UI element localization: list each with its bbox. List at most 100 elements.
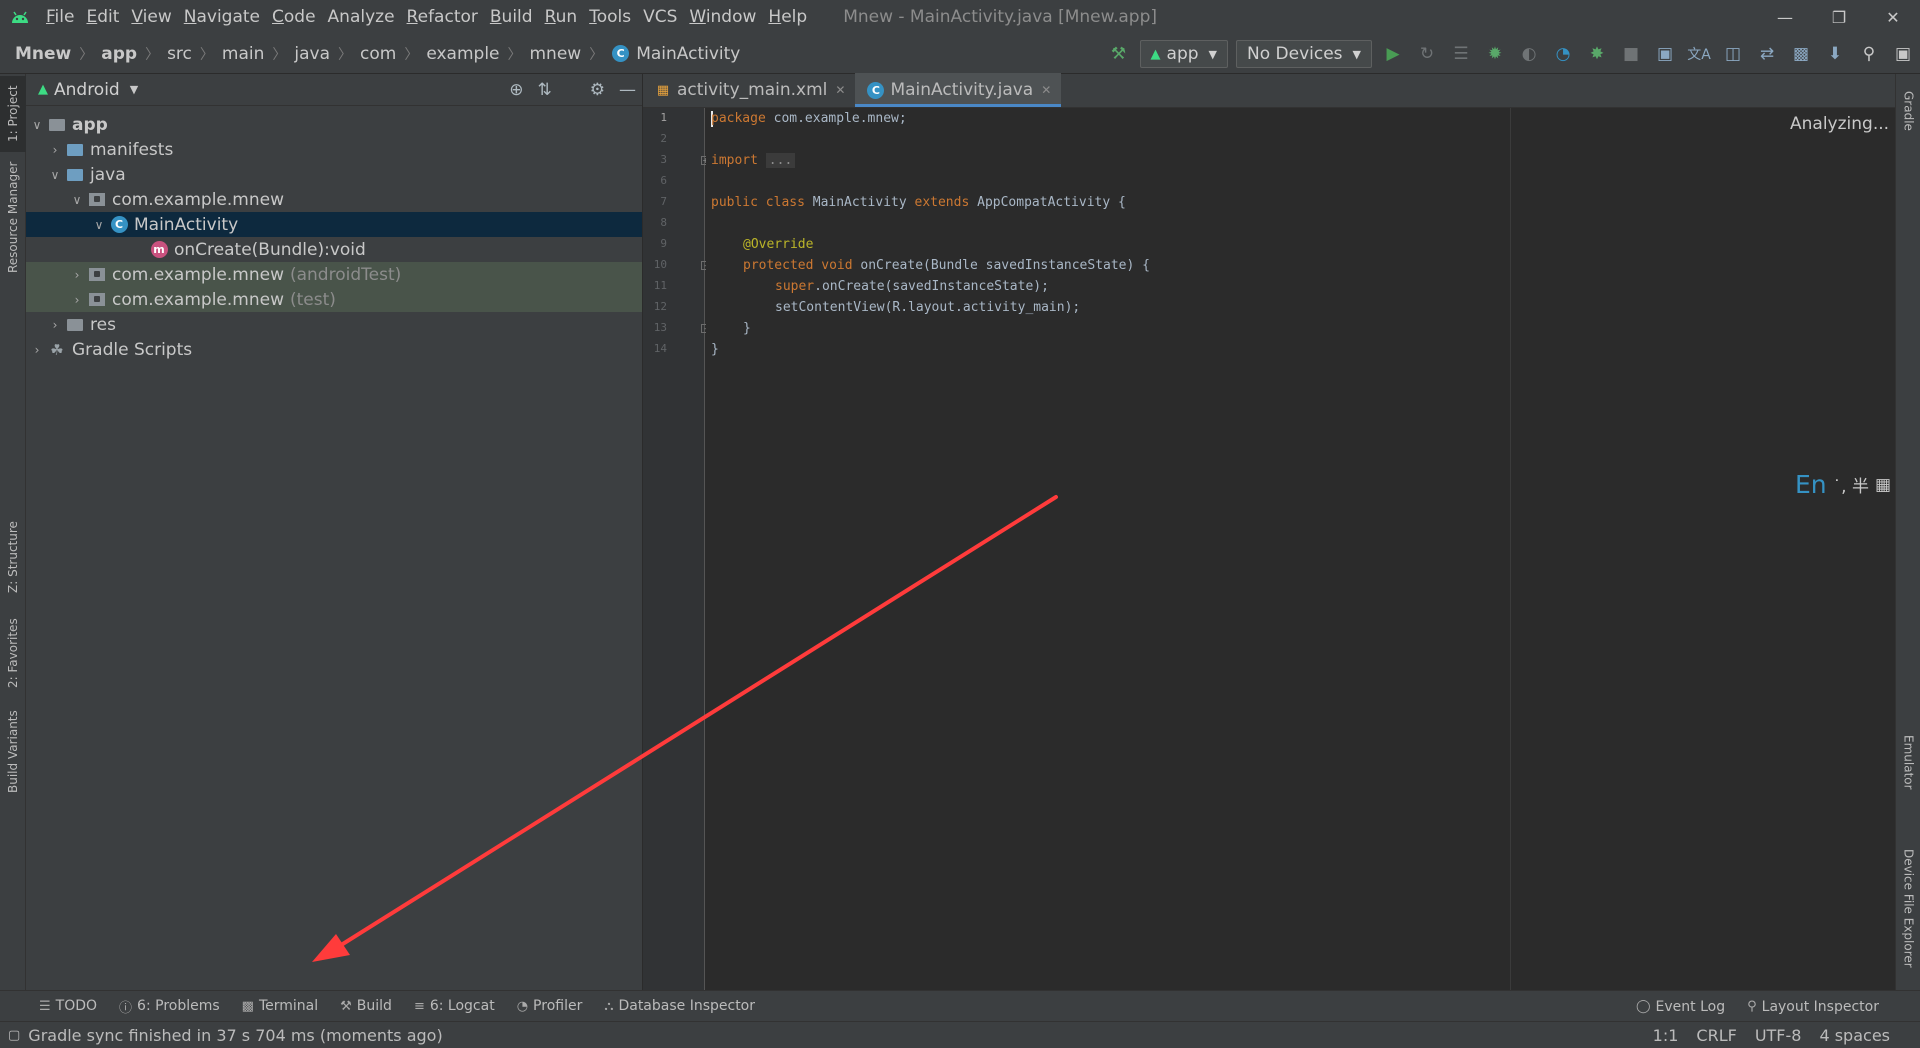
translate-icon[interactable]: 文A xyxy=(1682,39,1716,69)
tab-layout-inspector[interactable]: ⚲ Layout Inspector xyxy=(1736,999,1890,1015)
sync-gradle-icon[interactable]: ⇄ xyxy=(1750,39,1784,69)
chevron-down-icon[interactable]: ∨ xyxy=(46,168,64,182)
indent-setting[interactable]: 4 spaces xyxy=(1819,1026,1890,1045)
breadcrumb-item[interactable]: com xyxy=(357,44,399,64)
breadcrumb-item[interactable]: Mnew xyxy=(12,44,74,64)
run-config-select[interactable]: ▲ app ▼ xyxy=(1139,40,1228,68)
account-avatar-icon[interactable]: ▣ xyxy=(1886,39,1920,69)
debug-icon[interactable]: ✹ xyxy=(1478,39,1512,69)
menu-window[interactable]: Window xyxy=(683,7,762,27)
project-structure-icon[interactable]: ▣ xyxy=(1648,39,1682,69)
toggle-tool-windows-icon[interactable]: ▢ xyxy=(8,1028,20,1043)
tree-item-gradle-scripts[interactable]: › ☘ Gradle Scripts xyxy=(26,337,642,362)
tree-item-app[interactable]: ∨ app xyxy=(26,112,642,137)
menu-navigate[interactable]: Navigate xyxy=(178,7,266,27)
menu-analyze[interactable]: Analyze xyxy=(322,7,401,27)
tree-item-main-activity[interactable]: ∨ C MainActivity xyxy=(26,212,642,237)
ime-mode: ˙, 半 xyxy=(1832,477,1869,497)
tab-logcat[interactable]: ≡ 6: Logcat xyxy=(403,998,506,1014)
file-encoding[interactable]: UTF-8 xyxy=(1755,1026,1802,1045)
chevron-down-icon[interactable]: ∨ xyxy=(68,193,86,207)
attach-debugger-icon[interactable]: ✸ xyxy=(1580,39,1614,69)
chevron-down-icon[interactable]: ∨ xyxy=(90,218,108,232)
caret-position[interactable]: 1:1 xyxy=(1653,1026,1679,1045)
tab-main-activity-java[interactable]: C MainActivity.java ✕ xyxy=(855,73,1062,107)
tab-build-variants[interactable]: Build Variants xyxy=(0,706,26,798)
tab-profiler[interactable]: ◔ Profiler xyxy=(506,998,594,1014)
avd-manager-icon[interactable]: ◫ xyxy=(1716,39,1750,69)
menu-help[interactable]: Help xyxy=(762,7,813,27)
tab-resource-manager[interactable]: Resource Manager xyxy=(0,158,26,276)
breadcrumb-item[interactable]: MainActivity xyxy=(633,44,743,64)
tab-todo[interactable]: ☰ TODO xyxy=(28,998,108,1014)
menu-view[interactable]: View xyxy=(125,7,177,27)
tab-gradle[interactable]: Gradle xyxy=(1896,80,1920,142)
make-project-hammer-icon[interactable]: ⚒ xyxy=(1102,39,1136,69)
tab-problems[interactable]: ⓘ 6: Problems xyxy=(108,997,231,1016)
tree-item-package-test[interactable]: › com.example.mnew (test) xyxy=(26,287,642,312)
tab-terminal[interactable]: ▩ Terminal xyxy=(231,998,329,1014)
apply-changes-icon[interactable]: ↻ xyxy=(1410,39,1444,69)
breadcrumb-item[interactable]: java xyxy=(291,44,333,64)
breadcrumb-item[interactable]: main xyxy=(219,44,267,64)
tab-emulator[interactable]: Emulator xyxy=(1896,724,1920,800)
breadcrumb-item[interactable]: mnew xyxy=(527,44,585,64)
device-select[interactable]: No Devices ▼ xyxy=(1236,40,1372,68)
tab-activity-main-xml[interactable]: ▦ activity_main.xml ✕ xyxy=(643,73,855,107)
status-message[interactable]: Gradle sync finished in 37 s 704 ms (mom… xyxy=(28,1026,442,1045)
close-tab-icon[interactable]: ✕ xyxy=(1041,83,1051,97)
menu-edit[interactable]: Edit xyxy=(80,7,125,27)
hide-panel-icon[interactable]: — xyxy=(619,80,636,100)
search-icon[interactable]: ⚲ xyxy=(1852,39,1886,69)
menu-refactor[interactable]: Refactor xyxy=(401,7,484,27)
tab-event-log[interactable]: ◯ Event Log xyxy=(1625,999,1736,1015)
menu-file[interactable]: File xyxy=(40,7,80,27)
chevron-down-icon[interactable]: ∨ xyxy=(28,118,46,132)
project-view-selector[interactable]: Android xyxy=(54,80,120,100)
menu-run[interactable]: Run xyxy=(539,7,584,27)
tree-item-package[interactable]: ∨ com.example.mnew xyxy=(26,187,642,212)
device-manager-icon[interactable]: ▩ xyxy=(1784,39,1818,69)
chevron-right-icon[interactable]: › xyxy=(68,293,86,307)
breadcrumb-item[interactable]: src xyxy=(164,44,195,64)
line-separator[interactable]: CRLF xyxy=(1696,1026,1736,1045)
chevron-right-icon[interactable]: › xyxy=(28,343,46,357)
chevron-right-icon[interactable]: › xyxy=(46,318,64,332)
tree-item-method[interactable]: m onCreate(Bundle):void xyxy=(26,237,642,262)
menu-tools[interactable]: Tools xyxy=(583,7,637,27)
gear-icon[interactable]: ⚙ xyxy=(590,80,605,100)
breadcrumb-item[interactable]: app xyxy=(98,44,140,64)
collapse-all-icon[interactable]: ⇅ xyxy=(538,80,552,100)
tab-database-inspector[interactable]: ⛬ Database Inspector xyxy=(593,998,766,1014)
run-icon[interactable]: ▶ xyxy=(1376,39,1410,69)
stop-icon[interactable]: ■ xyxy=(1614,39,1648,69)
menu-build[interactable]: Build xyxy=(484,7,539,27)
tab-database-inspector-label: Database Inspector xyxy=(618,998,756,1014)
menu-vcs[interactable]: VCS xyxy=(637,7,683,27)
profile-icon[interactable]: ◔ xyxy=(1546,39,1580,69)
tab-project[interactable]: 1: Project xyxy=(0,76,26,152)
editor-gutter[interactable]: 1 2 3 + 6 7 8 9 10 - 11 12 13 - 14 xyxy=(643,108,710,990)
tree-item-package-android-test[interactable]: › com.example.mnew (androidTest) xyxy=(26,262,642,287)
sdk-manager-icon[interactable]: ⬇ xyxy=(1818,39,1852,69)
locate-icon[interactable]: ⊕ xyxy=(509,80,523,100)
chevron-right-icon[interactable]: › xyxy=(46,143,64,157)
tab-build[interactable]: ⚒ Build xyxy=(329,998,403,1014)
menu-code[interactable]: Code xyxy=(266,7,322,27)
close-icon[interactable]: ✕ xyxy=(1866,0,1920,34)
coverage-icon[interactable]: ◐ xyxy=(1512,39,1546,69)
tree-item-res[interactable]: › res xyxy=(26,312,642,337)
code-editor[interactable]: package com.example.mnew; import ... pub… xyxy=(706,108,1895,990)
apply-code-changes-icon[interactable]: ☰ xyxy=(1444,39,1478,69)
tab-device-file-explorer[interactable]: Device File Explorer xyxy=(1896,834,1920,982)
minimize-icon[interactable]: — xyxy=(1758,0,1812,34)
restore-icon[interactable]: ❐ xyxy=(1812,0,1866,34)
chevron-down-icon[interactable]: ▼ xyxy=(130,83,138,96)
tree-item-java[interactable]: ∨ java xyxy=(26,162,642,187)
tab-structure[interactable]: Z: Structure xyxy=(0,514,26,600)
close-tab-icon[interactable]: ✕ xyxy=(835,83,845,97)
tree-item-manifests[interactable]: › manifests xyxy=(26,137,642,162)
breadcrumb-item[interactable]: example xyxy=(423,44,502,64)
chevron-right-icon[interactable]: › xyxy=(68,268,86,282)
tab-favorites[interactable]: 2: Favorites xyxy=(0,612,26,694)
